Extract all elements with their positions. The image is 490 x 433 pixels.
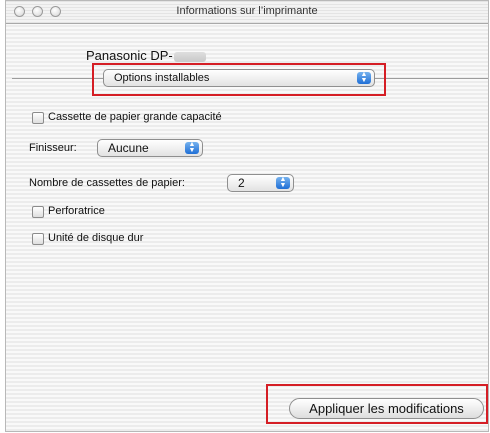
popup-arrows-icon: ▲ ▼ <box>185 141 199 154</box>
cassette-count-popup[interactable]: 2 ▲ ▼ <box>227 174 294 192</box>
high-capacity-tray-label: Cassette de papier grande capacité <box>48 111 222 123</box>
finisher-popup[interactable]: Aucune ▲ ▼ <box>97 139 203 157</box>
popup-arrows-icon: ▲ ▼ <box>276 176 290 189</box>
finisher-label: Finisseur: <box>29 142 77 154</box>
high-capacity-tray-checkbox[interactable] <box>32 112 44 124</box>
finisher-value: Aucune <box>108 141 149 155</box>
puncher-label: Perforatrice <box>48 205 105 217</box>
blurred-model-number <box>173 51 206 62</box>
cassette-count-value: 2 <box>238 176 245 190</box>
section-popup-highlight <box>92 63 386 96</box>
printer-name: Panasonic DP- <box>86 48 206 63</box>
puncher-checkbox[interactable] <box>32 206 44 218</box>
hard-disk-checkbox[interactable] <box>32 233 44 245</box>
apply-button-highlight <box>266 384 488 424</box>
printer-name-text: Panasonic DP- <box>86 48 173 63</box>
hard-disk-label: Unité de disque dur <box>48 232 144 244</box>
title-bar: Informations sur l’imprimante <box>6 1 488 24</box>
cassette-count-label: Nombre de cassettes de papier: <box>29 177 185 189</box>
window-title: Informations sur l’imprimante <box>176 5 318 17</box>
